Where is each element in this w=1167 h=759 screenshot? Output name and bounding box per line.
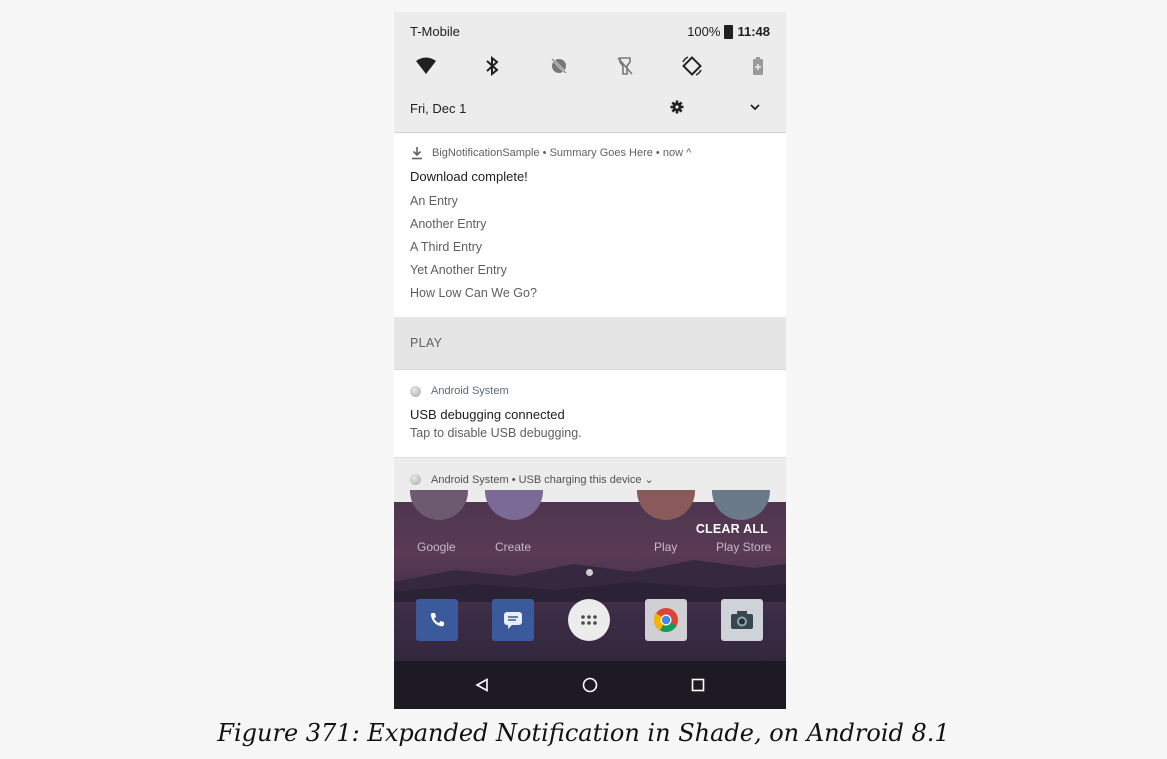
notification-app-name: Android System xyxy=(431,385,509,397)
flashlight-off-icon[interactable] xyxy=(611,52,639,80)
app-label-play-store: Play Store xyxy=(716,540,772,554)
battery-percent: 100% xyxy=(687,24,721,39)
status-indicators: 100% 11:48 xyxy=(687,24,770,39)
chevron-down-icon[interactable] xyxy=(744,96,766,118)
list-item: Yet Another Entry xyxy=(410,263,507,277)
notification-app-summary: BigNotificationSample • Summary Goes Her… xyxy=(432,147,692,159)
auto-rotate-icon[interactable] xyxy=(678,52,706,80)
app-label-play: Play xyxy=(654,540,678,554)
quick-settings-tiles xyxy=(412,52,772,80)
camera-icon[interactable] xyxy=(721,599,763,641)
notification-title: USB debugging connected xyxy=(410,407,565,422)
list-item: An Entry xyxy=(410,194,458,208)
back-icon[interactable] xyxy=(471,674,493,696)
home-icon[interactable] xyxy=(579,674,601,696)
play-action[interactable]: PLAY xyxy=(410,336,442,350)
phone-screen: T-Mobile 100% 11:48 Fri, Dec 1 BigNotifi… xyxy=(394,12,786,709)
carrier-label: T-Mobile xyxy=(410,24,460,39)
quick-settings-panel: T-Mobile 100% 11:48 Fri, Dec 1 xyxy=(394,12,786,133)
do-not-disturb-off-icon[interactable] xyxy=(545,52,573,80)
download-icon xyxy=(412,147,422,160)
notification-header: Android System xyxy=(410,385,509,397)
notification-header: BigNotificationSample • Summary Goes Her… xyxy=(410,146,691,160)
figure-caption: Figure 371: Expanded Notification in Sha… xyxy=(217,719,950,747)
recents-icon[interactable] xyxy=(687,674,709,696)
list-item: A Third Entry xyxy=(410,240,483,254)
play-app-icon[interactable] xyxy=(637,490,695,520)
notification-header: Android System • USB charging this devic… xyxy=(410,473,654,486)
notification-text: Tap to disable USB debugging. xyxy=(410,426,582,440)
bluetooth-icon[interactable] xyxy=(478,52,506,80)
app-label-google: Google xyxy=(417,540,456,554)
home-screen: Google Create Play Play Store CLEAR ALL xyxy=(394,490,786,709)
battery-icon xyxy=(724,24,734,39)
play-section[interactable]: PLAY xyxy=(394,317,786,370)
phone-icon[interactable] xyxy=(416,599,458,641)
date-label: Fri, Dec 1 xyxy=(410,101,467,116)
google-app-icon[interactable] xyxy=(410,490,468,520)
list-item: Another Entry xyxy=(410,217,487,231)
app-label-create: Create xyxy=(495,540,532,554)
clear-all-button[interactable]: CLEAR ALL xyxy=(696,522,768,536)
notification-title: Download complete! xyxy=(410,169,528,184)
wifi-icon[interactable] xyxy=(412,52,440,80)
create-app-icon[interactable] xyxy=(485,490,543,520)
clock: 11:48 xyxy=(737,24,770,39)
battery-saver-icon[interactable] xyxy=(744,52,772,80)
usb-debugging-notification[interactable]: Android System USB debugging connected T… xyxy=(394,370,786,458)
notification-summary: Android System • USB charging this devic… xyxy=(431,474,654,486)
big-notification[interactable]: BigNotificationSample • Summary Goes Her… xyxy=(394,133,786,317)
messages-icon[interactable] xyxy=(492,599,534,641)
app-drawer-icon[interactable] xyxy=(568,599,610,641)
page-indicator xyxy=(586,569,593,576)
chrome-icon[interactable] xyxy=(645,599,687,641)
list-item: How Low Can We Go? xyxy=(410,286,537,300)
gear-icon[interactable] xyxy=(666,96,688,118)
play-store-app-icon[interactable] xyxy=(712,490,770,520)
android-system-icon xyxy=(410,385,421,397)
navigation-bar xyxy=(394,661,786,709)
android-system-icon xyxy=(410,474,421,485)
